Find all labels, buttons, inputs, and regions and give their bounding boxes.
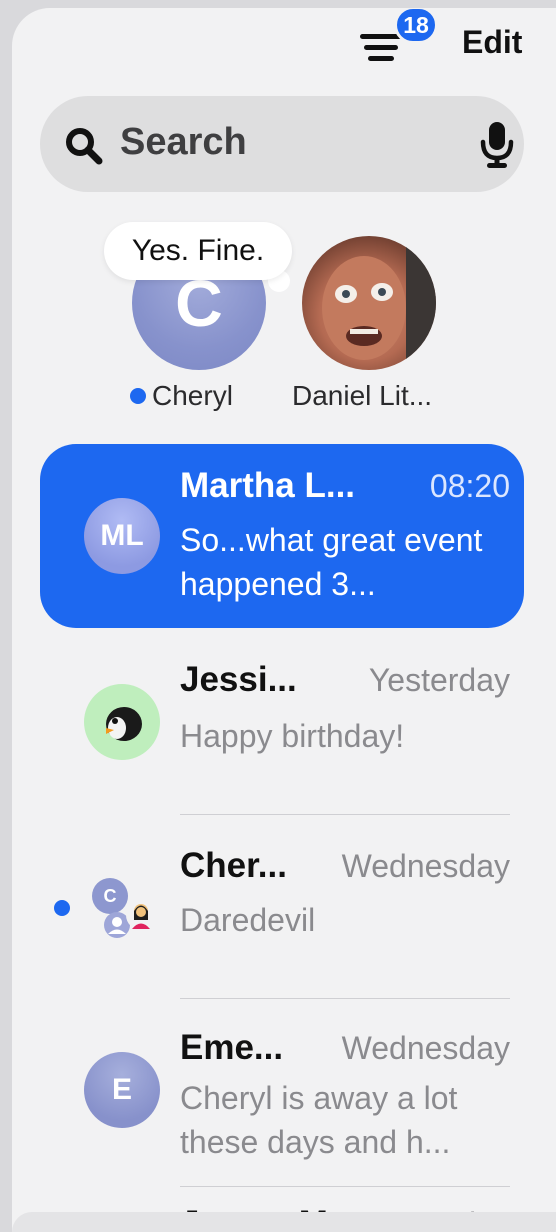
contact-name: Martha L... — [180, 466, 356, 505]
row-divider — [180, 998, 510, 999]
message-time: Wednesday — [341, 848, 510, 884]
face-photo — [322, 236, 436, 370]
pinned-message-bubble: Yes. Fine. — [104, 222, 292, 280]
conversation-list-panel: 18 Edit Search C Yes. Fine. Cheryl Danie… — [12, 8, 556, 1232]
message-preview: Daredevil — [180, 902, 316, 938]
search-field[interactable]: Search — [40, 96, 524, 192]
conversation-row-cher[interactable]: C Cher... Wednesday Daredevil — [40, 828, 524, 998]
group-member-emoji — [126, 900, 156, 930]
unread-indicator — [54, 900, 70, 916]
pinned-daniel-name[interactable]: Daniel Lit... — [292, 380, 432, 412]
avatar: ML — [84, 498, 160, 574]
message-time: Wednesday — [341, 1030, 510, 1066]
message-preview: Happy birthday! — [180, 718, 405, 754]
unread-indicator — [130, 387, 146, 404]
bottom-toolbar-edge — [12, 1212, 556, 1232]
row-divider — [180, 1186, 510, 1187]
contact-name: Eme... — [180, 1028, 284, 1067]
message-preview: So...what great event happened 3... — [180, 522, 483, 602]
edit-button[interactable]: Edit — [462, 24, 522, 61]
unread-count-badge: 18 — [394, 8, 438, 44]
contact-name: Cher... — [180, 846, 287, 885]
conversation-row-eme[interactable]: E Eme... Wednesday Cheryl is away a lot … — [40, 1012, 524, 1182]
group-avatar-icon: C — [90, 878, 160, 948]
search-placeholder: Search — [120, 121, 247, 163]
pinned-cheryl-name[interactable]: Cheryl — [130, 380, 233, 412]
pinned-daniel-avatar[interactable] — [302, 236, 436, 370]
message-time: 08:20 — [429, 468, 510, 504]
avatar: E — [84, 1052, 160, 1128]
group-member-initial: C — [92, 878, 128, 914]
contact-name: Jessi... — [180, 660, 297, 699]
message-preview: Cheryl is away a lot these days and h... — [180, 1080, 458, 1160]
row-divider — [180, 814, 510, 815]
conversation-row-jessi[interactable]: Jessi... Yesterday Happy birthday! — [40, 644, 524, 804]
penguin-icon — [84, 684, 160, 760]
message-time: Yesterday — [368, 662, 510, 698]
search-icon — [66, 128, 103, 165]
pinned-name-text: Cheryl — [152, 380, 233, 411]
microphone-icon[interactable] — [480, 122, 514, 168]
conversation-row-martha[interactable]: ML Martha L... 08:20 So...what great eve… — [40, 444, 524, 628]
